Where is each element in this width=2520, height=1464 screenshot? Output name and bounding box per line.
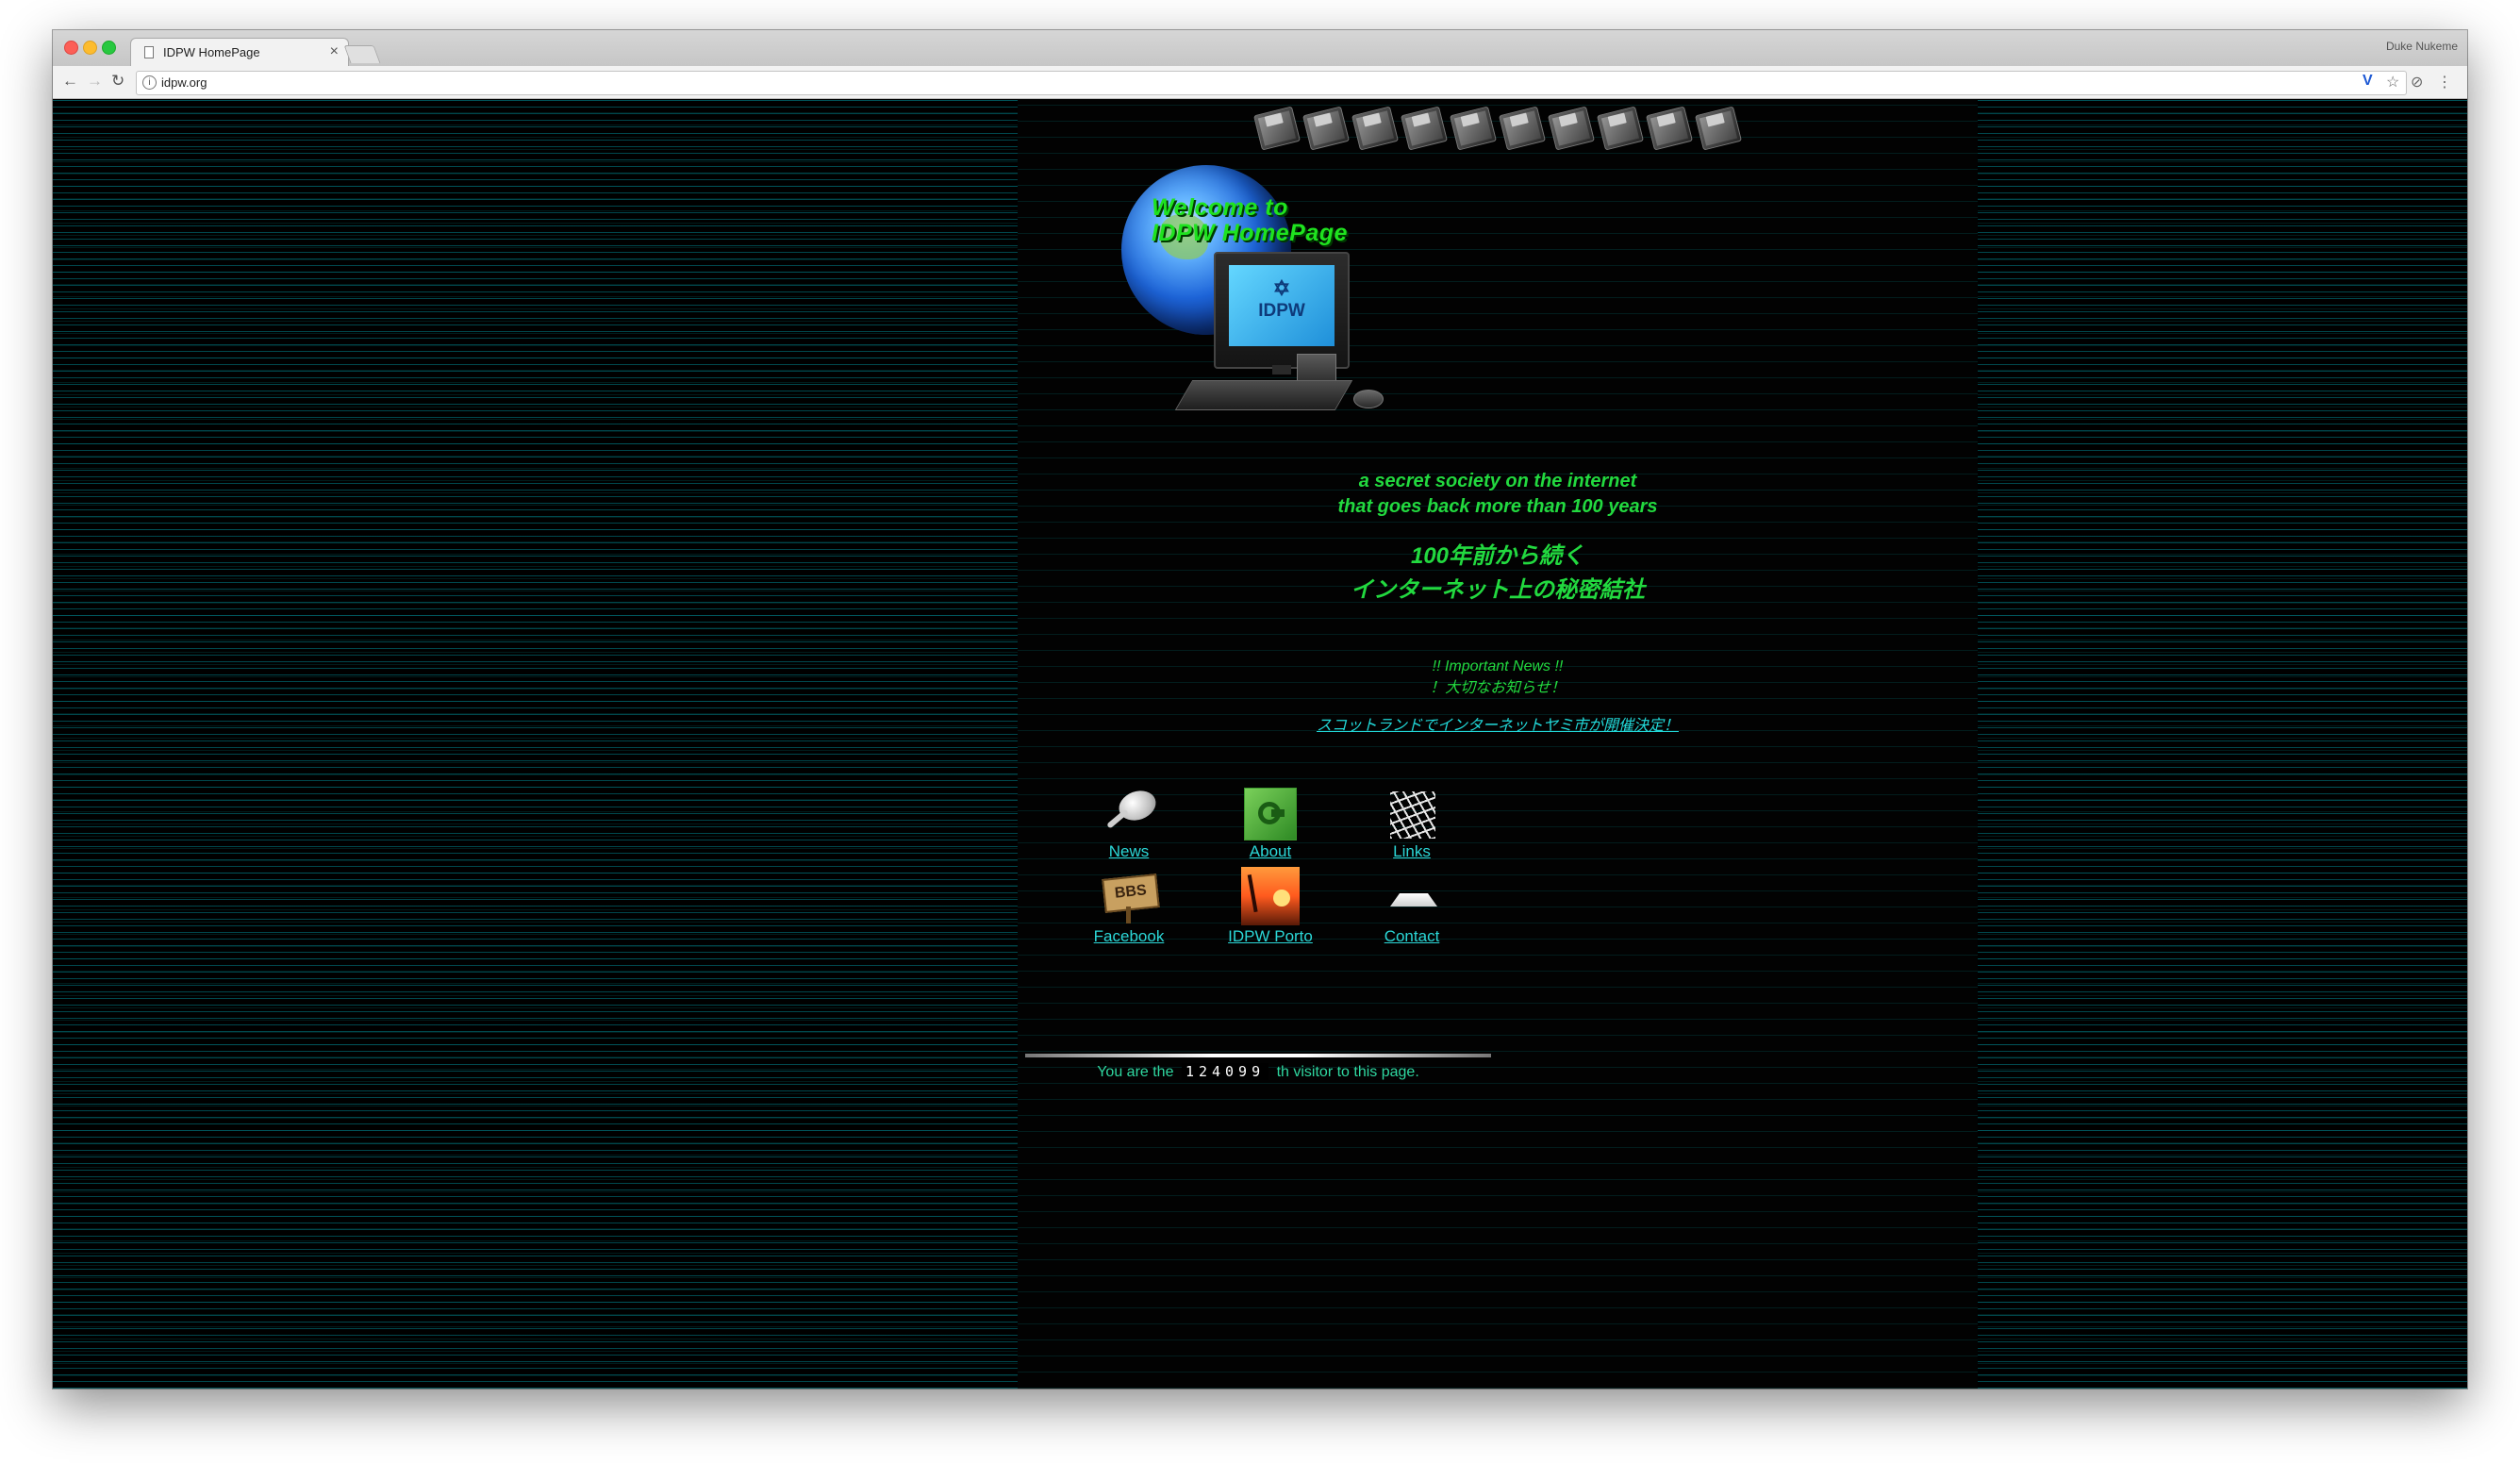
welcome-line-2: IDPW HomePage [1152,220,1348,246]
green-disc-icon[interactable] [1244,788,1297,840]
floppy-disk-icon [1646,106,1693,151]
welcome-heading: Welcome to IDPW HomePage [1152,195,1348,246]
nav-facebook[interactable]: BBS Facebook [1072,873,1185,946]
shield-icon[interactable]: ⊘ [2411,73,2423,92]
reload-icon[interactable]: ↻ [111,72,124,91]
tab-close-icon[interactable]: × [330,43,339,60]
nav-links[interactable]: Links [1355,788,1468,861]
monitor-text: IDPW [1258,301,1305,321]
counter-digits: 124099 [1181,1063,1269,1080]
bookmark-star-icon[interactable]: ☆ [2386,73,2399,92]
content-column: Welcome to IDPW HomePage ✡ IDPW a secret… [1018,99,1978,1389]
nav-contact[interactable]: Contact [1355,873,1468,946]
counter-suffix: th visitor to this page. [1276,1064,1419,1080]
tagline-japanese: 100年前から続く インターネット上の秘密結社 [1018,540,1978,607]
floppy-disk-icon [1548,106,1595,151]
floppy-disk-icon [1597,106,1644,151]
tab-bar: IDPW HomePage × Duke Nukeme [53,30,2467,67]
nav-facebook-link[interactable]: Facebook [1072,927,1185,946]
back-arrow-icon[interactable]: ← [62,72,78,91]
floppy-disk-icon [1401,106,1448,151]
floppy-disk-icon [1450,106,1497,151]
page-viewport: Welcome to IDPW HomePage ✡ IDPW a secret… [53,99,2467,1389]
nav-links-link[interactable]: Links [1355,842,1468,861]
news-title-en: !! Important News !! [1432,658,1564,674]
nav-about[interactable]: About [1214,788,1327,861]
tagline-ja-line-2: インターネット上の秘密結社 [1351,577,1645,603]
computer-monitor-image: ✡ IDPW [1214,252,1350,374]
mouse-image [1353,390,1384,408]
monitor-screen: ✡ IDPW [1229,265,1335,346]
tagline-ja-line-1: 100年前から続く [1410,543,1585,569]
net-icon[interactable] [1383,788,1441,840]
floppy-disk-icon [1253,106,1301,151]
palm-sunset-icon[interactable] [1241,867,1300,925]
floppy-disk-icon [1695,106,1742,151]
envelope-icon[interactable] [1383,873,1441,925]
floppy-disk-icon [1302,106,1350,151]
counter-prefix: You are the [1097,1064,1174,1080]
monitor-stand [1272,365,1291,374]
pentagram-icon: ✡ [1272,276,1291,300]
minimize-window-button[interactable] [83,41,97,55]
zoom-window-button[interactable] [102,41,116,55]
visitor-counter: You are the 124099 th visitor to this pa… [1018,1063,1499,1081]
nav-about-link[interactable]: About [1214,842,1327,861]
divider [1025,1054,1491,1057]
hero-graphic: Welcome to IDPW HomePage ✡ IDPW [1018,165,1978,448]
url-text[interactable]: idpw.org [161,75,207,90]
welcome-line-1: Welcome to [1152,194,1288,221]
nav-porto[interactable]: IDPW Porto [1214,867,1327,946]
news-heading: !! Important News !! ！大切なお知らせ！ [1018,656,1978,699]
new-tab-button[interactable] [343,45,381,63]
floppy-row [1018,106,1978,151]
profile-name[interactable]: Duke Nukeme [2386,40,2458,53]
toolbar: ← → ↻ i idpw.org V ☆ ⊘ ⋮ [53,66,2467,99]
news-link-container: スコットランドでインターネットヤミ市が開催決定！ [1018,712,1978,735]
address-bar[interactable]: i idpw.org [136,71,2407,95]
menu-kebab-icon[interactable]: ⋮ [2437,73,2452,92]
tagline-english: a secret society on the internet that go… [1018,469,1978,520]
floppy-disk-icon [1351,106,1399,151]
news-title-ja: ！大切なお知らせ！ [1430,680,1566,696]
forward-arrow-icon[interactable]: → [87,72,103,91]
tagline-en-line-2: that goes back more than 100 years [1337,496,1658,517]
page-icon [144,46,154,58]
info-icon[interactable]: i [142,75,157,90]
magnifier-icon[interactable] [1100,786,1160,840]
extension-v-icon[interactable]: V [2362,73,2373,90]
close-window-button[interactable] [64,41,78,55]
bbs-sign-icon[interactable]: BBS [1100,873,1160,925]
tab-title: IDPW HomePage [163,45,260,59]
browser-window: IDPW HomePage × Duke Nukeme ← → ↻ i idpw… [53,30,2467,1389]
nav-contact-link[interactable]: Contact [1355,927,1468,946]
tagline-en-line-1: a secret society on the internet [1358,471,1637,491]
floppy-disk-icon [1499,106,1546,151]
nav-porto-link[interactable]: IDPW Porto [1214,927,1327,946]
nav-news-link[interactable]: News [1072,842,1185,861]
news-link[interactable]: スコットランドでインターネットヤミ市が開催決定！ [1317,718,1679,734]
tab-idpw[interactable]: IDPW HomePage × [130,38,349,67]
keyboard-image [1174,380,1353,410]
nav-news[interactable]: News [1072,786,1185,861]
